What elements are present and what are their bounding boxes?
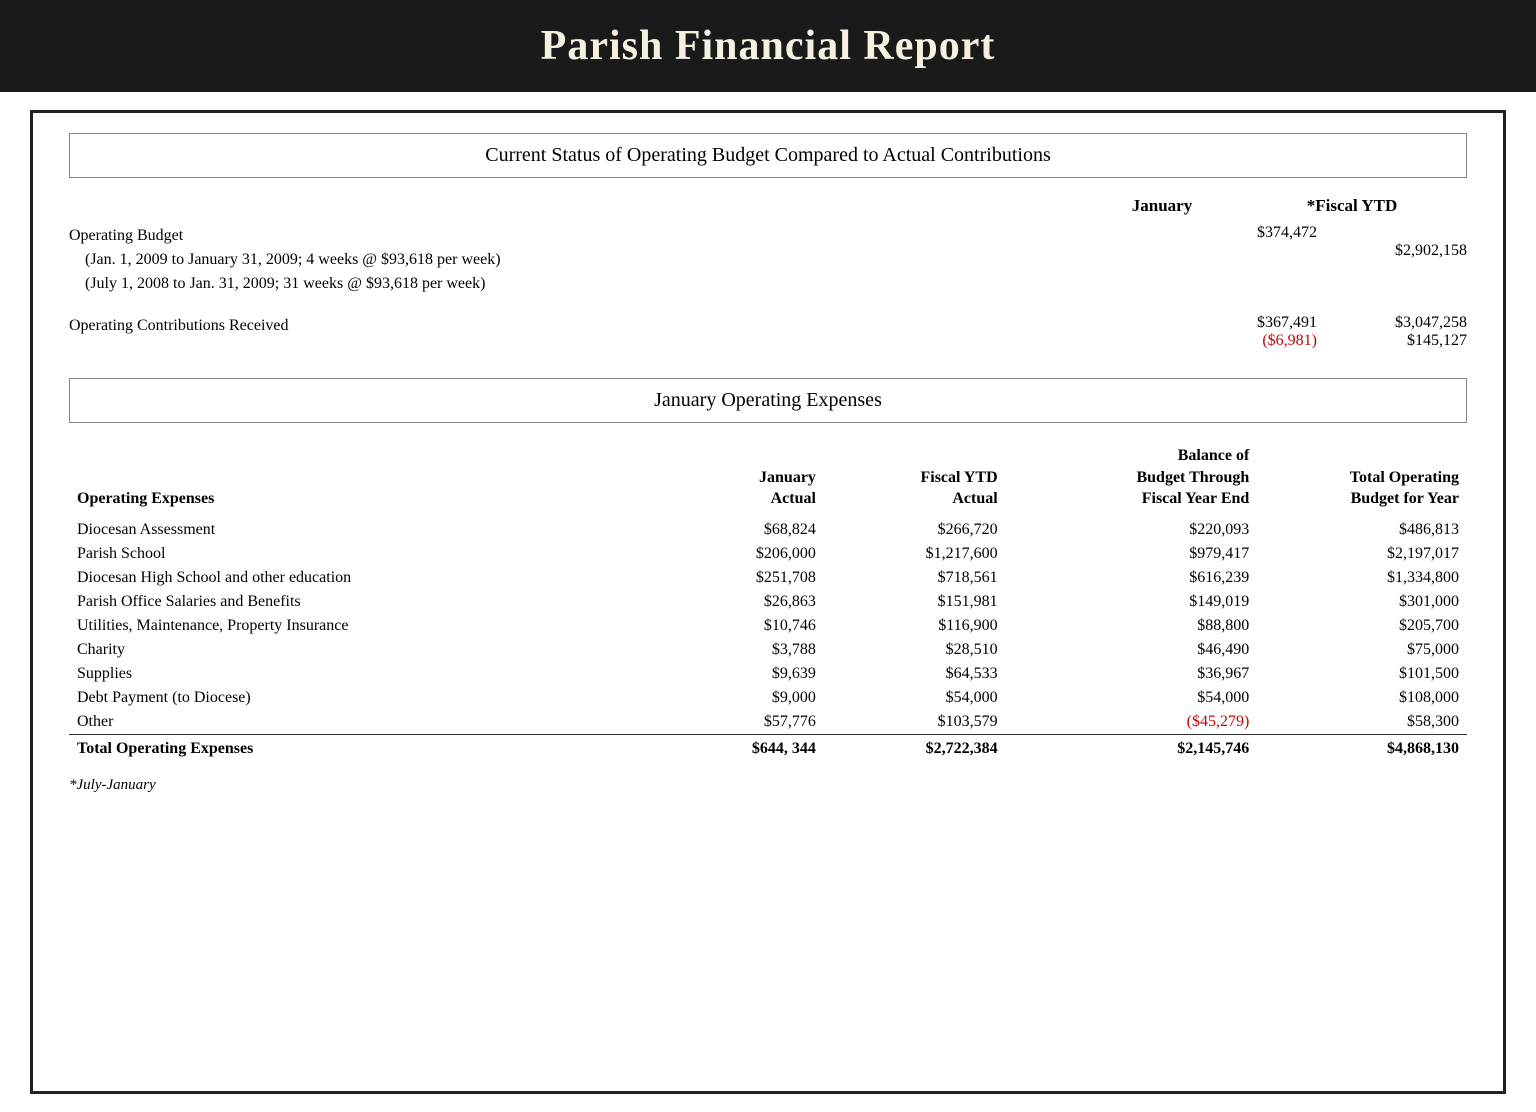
- expenses-total: $1,334,800: [1257, 566, 1467, 590]
- budget-sub2: (July 1, 2008 to Jan. 31, 2009; 31 weeks…: [69, 272, 1207, 296]
- budget-jan-val2: $367,491 ($6,981): [1207, 314, 1337, 350]
- budget-jan-val1: $374,472: [1207, 224, 1337, 260]
- expenses-jan: $9,000: [656, 686, 824, 710]
- expenses-row: Utilities, Maintenance, Property Insuran…: [69, 614, 1467, 638]
- total-label: Total Operating Expenses: [69, 734, 656, 761]
- expenses-label: Debt Payment (to Diocese): [69, 686, 656, 710]
- expenses-label: Diocesan Assessment: [69, 518, 656, 542]
- expenses-row: Parish Office Salaries and Benefits $26,…: [69, 590, 1467, 614]
- expenses-ytd: $151,981: [824, 590, 1006, 614]
- th-balance: Balance ofBudget ThroughFiscal Year End: [1006, 441, 1258, 518]
- total-balance: $2,145,746: [1006, 734, 1258, 761]
- expenses-jan: $9,639: [656, 662, 824, 686]
- budget-rows: Operating Budget (Jan. 1, 2009 to Januar…: [69, 224, 1467, 350]
- expenses-total: $108,000: [1257, 686, 1467, 710]
- expenses-jan: $3,788: [656, 638, 824, 662]
- expenses-section-title: January Operating Expenses: [69, 378, 1467, 423]
- expenses-row: Diocesan Assessment $68,824 $266,720 $22…: [69, 518, 1467, 542]
- expenses-row: Other $57,776 $103,579 ($45,279) $58,300: [69, 710, 1467, 735]
- expenses-row: Charity $3,788 $28,510 $46,490 $75,000: [69, 638, 1467, 662]
- col-header-january: January: [1107, 196, 1217, 216]
- expenses-table: Operating Expenses JanuaryActual Fiscal …: [69, 441, 1467, 761]
- expenses-ytd: $64,533: [824, 662, 1006, 686]
- expenses-balance: $979,417: [1006, 542, 1258, 566]
- expenses-total: $205,700: [1257, 614, 1467, 638]
- expenses-total: $2,197,017: [1257, 542, 1467, 566]
- expenses-row: Debt Payment (to Diocese) $9,000 $54,000…: [69, 686, 1467, 710]
- expenses-jan: $10,746: [656, 614, 824, 638]
- expenses-balance: $54,000: [1006, 686, 1258, 710]
- expenses-row: Supplies $9,639 $64,533 $36,967 $101,500: [69, 662, 1467, 686]
- expenses-balance: $88,800: [1006, 614, 1258, 638]
- expenses-balance: $616,239: [1006, 566, 1258, 590]
- expenses-jan: $68,824: [656, 518, 824, 542]
- expenses-header-row: Operating Expenses JanuaryActual Fiscal …: [69, 441, 1467, 518]
- expenses-balance: $46,490: [1006, 638, 1258, 662]
- budget-main-label: Operating Budget: [69, 224, 1207, 248]
- budget-row-2: Operating Contributions Received $367,49…: [69, 314, 1467, 350]
- expenses-balance: $220,093: [1006, 518, 1258, 542]
- page-header: Parish Financial Report: [0, 0, 1536, 92]
- budget-sub1: (Jan. 1, 2009 to January 31, 2009; 4 wee…: [69, 248, 1207, 272]
- expenses-label: Parish School: [69, 542, 656, 566]
- total-ytd: $2,722,384: [824, 734, 1006, 761]
- expenses-ytd: $1,217,600: [824, 542, 1006, 566]
- expenses-ytd: $718,561: [824, 566, 1006, 590]
- expenses-total: $58,300: [1257, 710, 1467, 735]
- budget-label-2: Operating Contributions Received: [69, 314, 1207, 338]
- expenses-label: Diocesan High School and other education: [69, 566, 656, 590]
- budget-col-headers: January *Fiscal YTD: [69, 196, 1467, 216]
- page-title: Parish Financial Report: [40, 22, 1496, 70]
- total-jan: $644, 344: [656, 734, 824, 761]
- expenses-row: Parish School $206,000 $1,217,600 $979,4…: [69, 542, 1467, 566]
- expenses-jan: $57,776: [656, 710, 824, 735]
- expenses-label: Other: [69, 710, 656, 735]
- col-header-ytd: *Fiscal YTD: [1297, 196, 1407, 216]
- expenses-total: $75,000: [1257, 638, 1467, 662]
- operating-budget-section: Current Status of Operating Budget Compa…: [69, 133, 1467, 350]
- expenses-total: $301,000: [1257, 590, 1467, 614]
- page-body: Current Status of Operating Budget Compa…: [30, 110, 1506, 1094]
- budget-ytd-val1: $2,902,158: [1337, 224, 1467, 260]
- expenses-ytd: $266,720: [824, 518, 1006, 542]
- th-label: Operating Expenses: [69, 441, 656, 518]
- expenses-label: Parish Office Salaries and Benefits: [69, 590, 656, 614]
- budget-ytd-val2: $3,047,258 $145,127: [1337, 314, 1467, 350]
- expenses-total-row: Total Operating Expenses $644, 344 $2,72…: [69, 734, 1467, 761]
- expenses-label: Charity: [69, 638, 656, 662]
- expenses-ytd: $28,510: [824, 638, 1006, 662]
- budget-label-1: Operating Budget (Jan. 1, 2009 to Januar…: [69, 224, 1207, 296]
- expenses-section: January Operating Expenses Operating Exp…: [69, 378, 1467, 794]
- expenses-row: Diocesan High School and other education…: [69, 566, 1467, 590]
- expenses-ytd: $116,900: [824, 614, 1006, 638]
- th-jan: JanuaryActual: [656, 441, 824, 518]
- expenses-jan: $206,000: [656, 542, 824, 566]
- th-total: Total OperatingBudget for Year: [1257, 441, 1467, 518]
- total-total: $4,868,130: [1257, 734, 1467, 761]
- expenses-ytd: $103,579: [824, 710, 1006, 735]
- budget-section-title: Current Status of Operating Budget Compa…: [69, 133, 1467, 178]
- expenses-footnote: *July-January: [69, 777, 1467, 794]
- expenses-balance: ($45,279): [1006, 710, 1258, 735]
- expenses-label: Utilities, Maintenance, Property Insuran…: [69, 614, 656, 638]
- expenses-balance: $36,967: [1006, 662, 1258, 686]
- budget-row-1: Operating Budget (Jan. 1, 2009 to Januar…: [69, 224, 1467, 296]
- expenses-total: $486,813: [1257, 518, 1467, 542]
- expenses-total: $101,500: [1257, 662, 1467, 686]
- expenses-jan: $26,863: [656, 590, 824, 614]
- th-ytd: Fiscal YTDActual: [824, 441, 1006, 518]
- expenses-jan: $251,708: [656, 566, 824, 590]
- expenses-label: Supplies: [69, 662, 656, 686]
- expenses-balance: $149,019: [1006, 590, 1258, 614]
- expenses-ytd: $54,000: [824, 686, 1006, 710]
